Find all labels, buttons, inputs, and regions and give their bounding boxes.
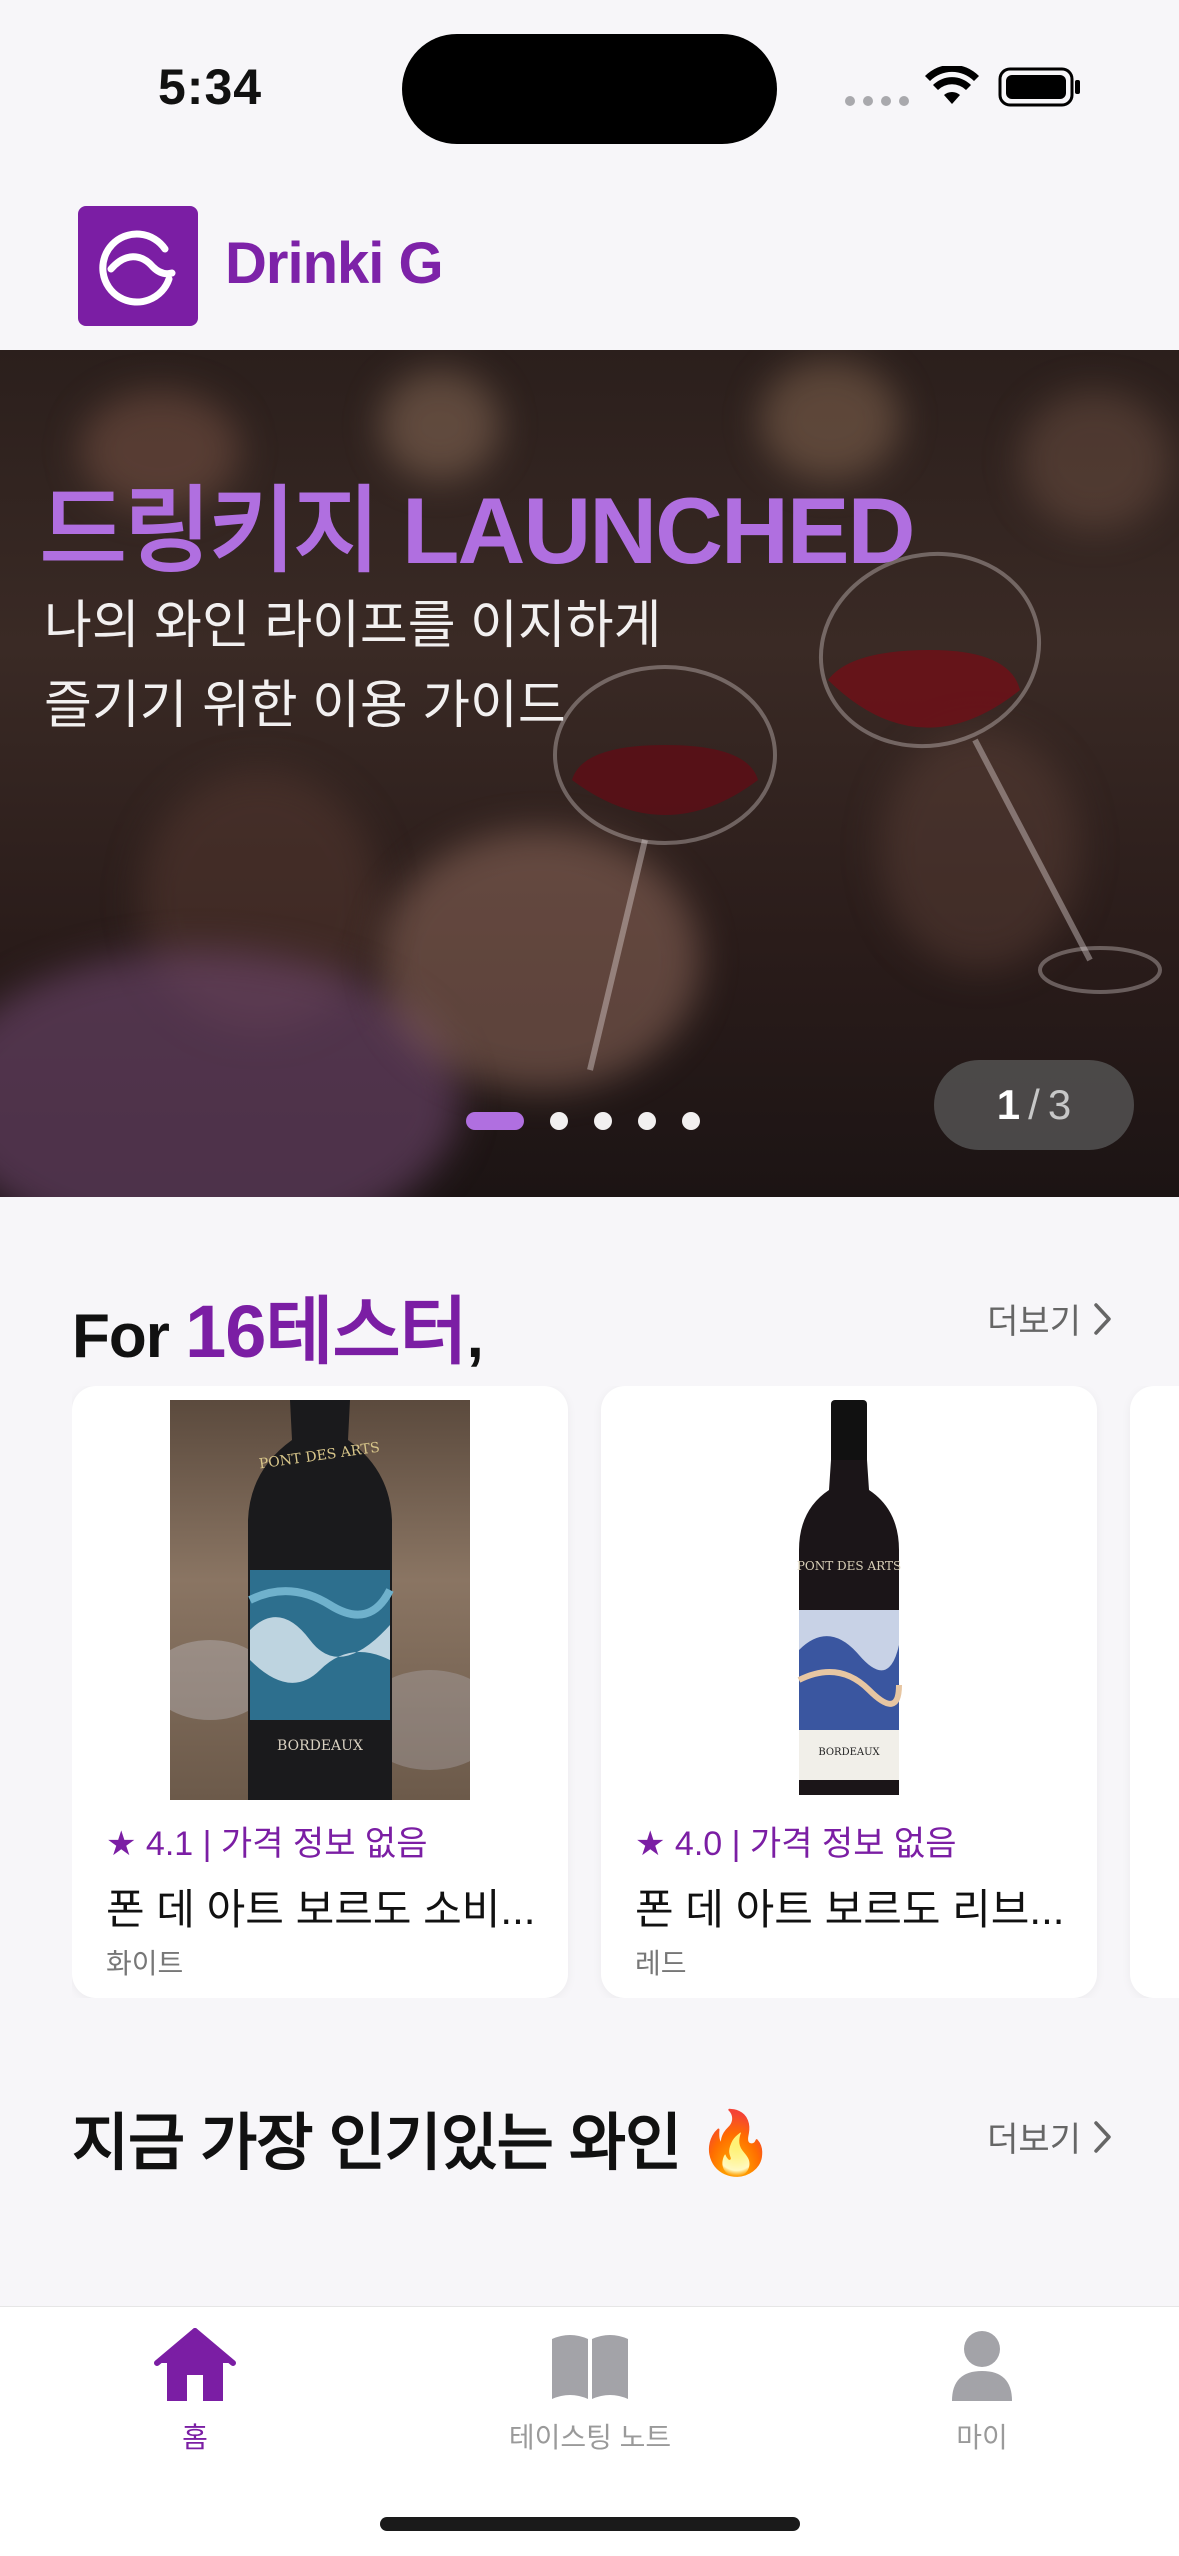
- wine-name: 폰 데 아트 보르도 소비...: [106, 1886, 536, 1933]
- status-time: 5:34: [158, 59, 263, 115]
- page-separator: /: [1028, 1081, 1040, 1128]
- carousel-indicator: [466, 1112, 700, 1130]
- tab-label: 테이스팅 노트: [508, 2422, 672, 2453]
- page-total: 3: [1047, 1081, 1072, 1128]
- wifi-icon: [925, 66, 979, 104]
- section-title-recommended: For 16테스터,: [72, 1272, 484, 1379]
- person-icon: [952, 2331, 1012, 2401]
- wine-type: 화이트: [106, 1948, 184, 1979]
- tab-home[interactable]: 홈: [45, 2327, 345, 2456]
- carousel-dot[interactable]: [682, 1112, 700, 1130]
- banner-page-counter: 1 / 3: [934, 1060, 1134, 1150]
- home-icon: [154, 2328, 236, 2401]
- more-label: 더보기: [987, 2121, 1081, 2159]
- section-title-popular: 지금 가장 인기있는 와인 🔥: [72, 2092, 775, 2182]
- banner-title: 드링키지 LAUNCHED: [40, 478, 915, 583]
- book-icon: [552, 2335, 628, 2399]
- wine-rating-price: ★ 4.1 | 가격 정보 없음: [106, 1825, 428, 1863]
- home-indicator[interactable]: [380, 2517, 800, 2531]
- section-suffix: ,: [466, 1302, 484, 1371]
- page-current: 1: [996, 1081, 1021, 1128]
- tab-label: 마이: [956, 2422, 1008, 2453]
- svg-text:BORDEAUX: BORDEAUX: [277, 1738, 363, 1754]
- svg-text:BORDEAUX: BORDEAUX: [818, 1747, 880, 1758]
- svg-text:PONT DES ARTS: PONT DES ARTS: [797, 1559, 901, 1573]
- app-header: Drinki G: [0, 170, 1179, 350]
- user-name: 16테스터: [185, 1290, 468, 1373]
- tab-my[interactable]: 마이: [832, 2327, 1132, 2456]
- tab-tasting-notes[interactable]: 테이스팅 노트: [440, 2327, 740, 2456]
- promo-banner[interactable]: 드링키지 LAUNCHED 나의 와인 라이프를 이지하게 즐기기 위한 이용 …: [0, 350, 1179, 1197]
- wine-card[interactable]: [1130, 1386, 1179, 1998]
- wine-card[interactable]: PONT DES ARTS BORDEAUX ★ 4.0 | 가격 정보 없음 …: [601, 1386, 1097, 1998]
- recommended-carousel[interactable]: BORDEAUX PONT DES ARTS ★ 4.1 | 가격 정보 없음 …: [72, 1386, 1179, 1998]
- banner-subtitle-line1: 나의 와인 라이프를 이지하게: [44, 597, 662, 655]
- logo-icon[interactable]: [78, 206, 198, 326]
- carousel-dot[interactable]: [550, 1112, 568, 1130]
- carousel-dot[interactable]: [638, 1112, 656, 1130]
- battery-icon: [998, 67, 1080, 107]
- banner-subtitle-line2: 즐기기 위한 이용 가이드: [44, 677, 566, 735]
- carousel-dot[interactable]: [594, 1112, 612, 1130]
- status-bar: 5:34: [0, 0, 1179, 170]
- dynamic-island: [402, 34, 777, 144]
- carousel-dot[interactable]: [466, 1112, 524, 1130]
- more-link-popular[interactable]: 더보기: [987, 2112, 1113, 2161]
- more-link-recommended[interactable]: 더보기: [987, 1294, 1113, 1343]
- chevron-right-icon: [1094, 1302, 1111, 1335]
- more-label: 더보기: [987, 1303, 1081, 1341]
- banner-subtitle: 나의 와인 라이프를 이지하게 즐기기 위한 이용 가이드: [44, 586, 661, 746]
- wine-type: 레드: [635, 1948, 687, 1979]
- tab-label: 홈: [182, 2422, 208, 2453]
- popular-title: 지금 가장 인기있는 와인: [72, 2109, 698, 2178]
- wine-photo: BORDEAUX PONT DES ARTS: [170, 1400, 470, 1800]
- section-prefix: For: [72, 1302, 186, 1371]
- wine-card[interactable]: BORDEAUX PONT DES ARTS ★ 4.1 | 가격 정보 없음 …: [72, 1386, 568, 1998]
- wine-rating-price: ★ 4.0 | 가격 정보 없음: [635, 1825, 957, 1863]
- signal-icon: [845, 96, 909, 106]
- fire-icon: 🔥: [697, 2109, 774, 2178]
- wine-name: 폰 데 아트 보르도 리브...: [635, 1886, 1065, 1933]
- brand-name: Drinki G: [225, 231, 444, 296]
- chevron-right-icon: [1094, 2120, 1111, 2153]
- wine-photo: PONT DES ARTS BORDEAUX: [699, 1400, 999, 1800]
